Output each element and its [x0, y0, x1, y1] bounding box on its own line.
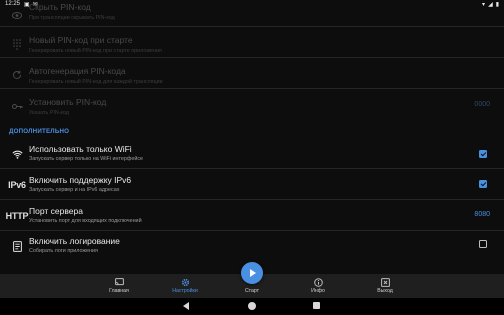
setting-title: Включить поддержку IPv6	[29, 175, 132, 185]
nav-item-main[interactable]: Главная	[84, 274, 154, 298]
setting-ipv6[interactable]: IPv6 Включить поддержку IPv6 Запускать с…	[0, 170, 504, 200]
setting-title: Автогенерация PIN-кода	[29, 66, 126, 76]
wifi-icon	[11, 148, 23, 160]
recent-apps-icon[interactable]	[313, 302, 320, 309]
port-value: 8080	[474, 211, 490, 218]
dialpad-icon	[11, 38, 23, 50]
setting-logging[interactable]: Включить логирование Собирать логи прило…	[0, 232, 504, 262]
setting-subtitle: Запускать сервер только на WiFi интерфей…	[29, 156, 144, 162]
nav-item-info[interactable]: Инфо	[283, 274, 353, 298]
gear-icon	[150, 278, 220, 288]
nav-item-settings[interactable]: Настройки	[150, 274, 220, 298]
setting-set-pin[interactable]: Установить PIN-код Указать PIN-код 0000	[0, 90, 504, 120]
home-icon[interactable]	[248, 302, 256, 310]
start-fab-button[interactable]	[241, 262, 263, 284]
eye-icon	[11, 9, 23, 21]
setting-subtitle: При трансляции скрывать PIN-код	[29, 15, 115, 21]
setting-hide-pin[interactable]: Скрыть PIN-код При трансляции скрывать P…	[0, 0, 504, 27]
close-icon	[350, 278, 420, 288]
refresh-icon	[11, 69, 23, 81]
nav-label: Главная	[109, 288, 129, 294]
setting-auto-generate-pin[interactable]: Автогенерация PIN-кода Генерировать новы…	[0, 59, 504, 89]
setting-title: Установить PIN-код	[29, 97, 107, 107]
nav-label: Старт	[244, 288, 260, 294]
setting-server-port[interactable]: HTTP Порт сервера Установить порт для вх…	[0, 201, 504, 231]
system-navigation-bar	[0, 298, 504, 315]
play-icon	[250, 269, 256, 277]
setting-title: Порт сервера	[29, 206, 83, 216]
setting-subtitle: Запускать сервер и на IPv6 адресах	[29, 187, 120, 193]
setting-wifi-only[interactable]: Использовать только WiFi Запускать серве…	[0, 140, 504, 169]
nav-item-exit[interactable]: Выход	[350, 274, 420, 298]
key-icon	[11, 100, 23, 112]
setting-title: Использовать только WiFi	[29, 144, 132, 154]
wifi-only-checkbox[interactable]	[479, 150, 487, 158]
logging-checkbox[interactable]	[479, 240, 487, 248]
nav-label: Настройки	[172, 288, 198, 294]
setting-subtitle: Указать PIN-код	[29, 110, 69, 116]
settings-list[interactable]: Скрыть PIN-код При трансляции скрывать P…	[0, 0, 504, 274]
pin-value: 0000	[474, 101, 490, 108]
setting-subtitle: Установить порт для входящих подключений	[29, 218, 142, 224]
nav-label: Инфо	[311, 288, 325, 294]
nav-label: Выход	[377, 288, 393, 294]
setting-title: Включить логирование	[29, 236, 120, 246]
ipv6-icon: IPv6	[8, 180, 26, 190]
http-icon: HTTP	[5, 211, 29, 221]
setting-title: Скрыть PIN-код	[29, 2, 91, 12]
cast-icon	[84, 278, 154, 288]
log-file-icon	[11, 240, 23, 252]
setting-subtitle: Генерировать новый PIN-код при старте пр…	[29, 48, 162, 54]
section-header-additional: ДОПОЛНИТЕЛЬНО	[9, 128, 70, 135]
back-icon[interactable]	[183, 302, 189, 310]
ipv6-checkbox[interactable]	[479, 180, 487, 188]
setting-new-pin-on-start[interactable]: Новый PIN-код при старте Генерировать но…	[0, 28, 504, 58]
setting-subtitle: Собирать логи приложения	[29, 248, 98, 254]
setting-title: Новый PIN-код при старте	[29, 35, 133, 45]
info-icon	[283, 278, 353, 288]
setting-subtitle: Генерировать новый PIN-код для каждой тр…	[29, 79, 163, 85]
